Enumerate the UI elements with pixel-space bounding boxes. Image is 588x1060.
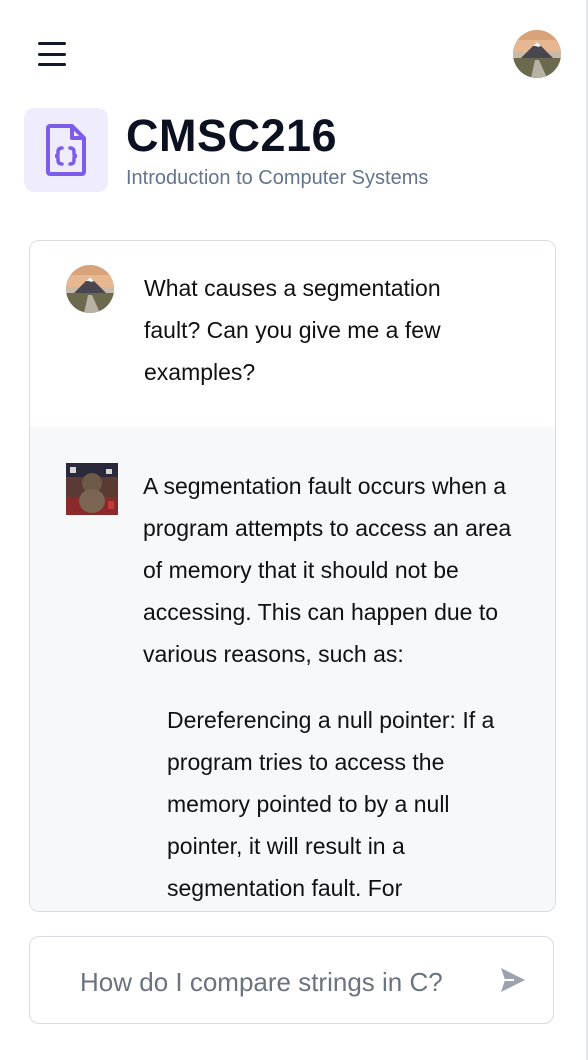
assistant-message-text: A segmentation fault occurs when a progr… xyxy=(143,473,512,667)
profile-avatar[interactable] xyxy=(513,30,561,78)
chat-transcript[interactable]: What causes a segmentation fault? Can yo… xyxy=(29,240,556,912)
code-file-icon xyxy=(24,108,108,192)
user-avatar xyxy=(66,265,114,313)
message-input[interactable] xyxy=(78,961,482,1003)
course-name: Introduction to Computer Systems xyxy=(126,167,429,189)
assistant-avatar xyxy=(66,463,118,515)
user-message: What causes a segmentation fault? Can yo… xyxy=(30,241,555,427)
assistant-message: A segmentation fault occurs when a progr… xyxy=(30,427,555,911)
composer xyxy=(29,936,554,1024)
assistant-list-item: Dereferencing a null pointer: If a progr… xyxy=(167,707,495,901)
user-message-text: What causes a segmentation fault? Can yo… xyxy=(144,275,441,385)
course-code: CMSC216 xyxy=(126,110,338,161)
chat-page: CMSC216 Introduction to Computer Systems… xyxy=(0,0,588,1060)
send-arrow-icon[interactable] xyxy=(498,965,528,995)
hamburger-menu-icon[interactable] xyxy=(38,40,70,68)
